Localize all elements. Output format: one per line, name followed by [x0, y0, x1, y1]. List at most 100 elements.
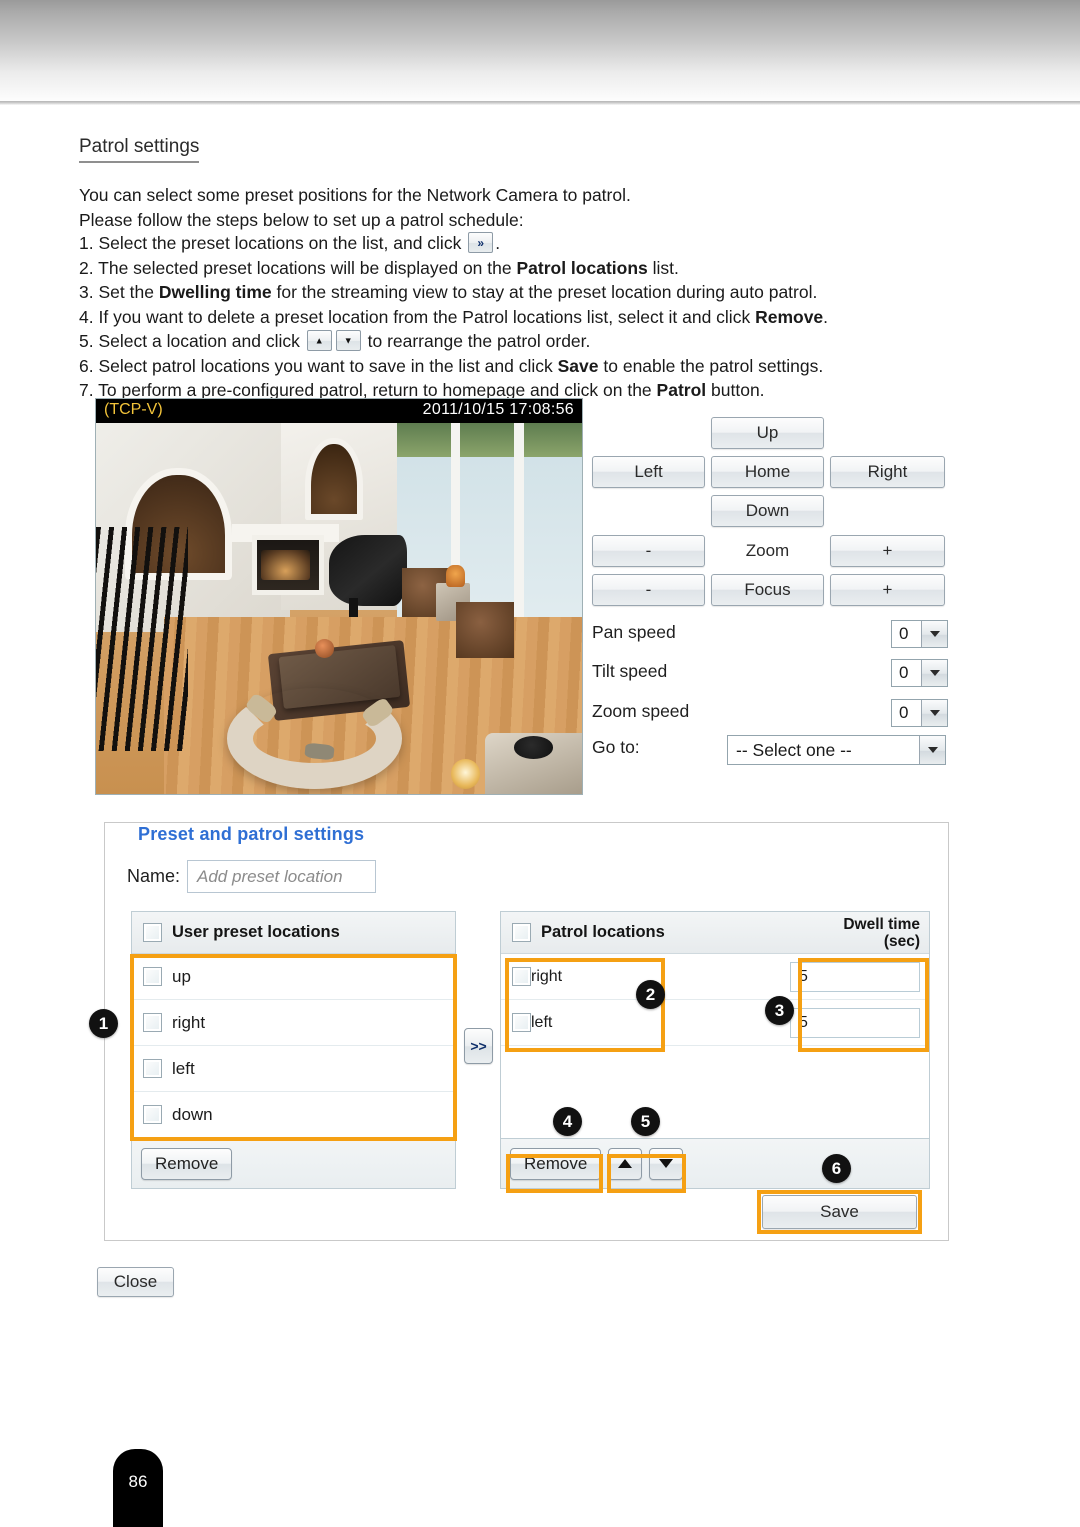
- panel-legend: Preset and patrol settings: [130, 824, 373, 845]
- step-5: 5. Select a location and click ▲ ▼ to rea…: [79, 329, 1019, 354]
- user-preset-label: right: [172, 1012, 206, 1032]
- focus-auto-button[interactable]: Focus: [711, 574, 824, 606]
- step-4-number: 4.: [79, 306, 94, 327]
- ptz-up-button[interactable]: Up: [711, 417, 824, 449]
- transfer-to-patrol-button[interactable]: >>: [464, 1028, 493, 1064]
- remove-user-preset-button[interactable]: Remove: [141, 1147, 233, 1180]
- dwell-time-header-line1: Dwell time: [843, 916, 920, 933]
- remove-patrol-location-button[interactable]: Remove: [510, 1147, 602, 1180]
- step-1-number: 1.: [79, 233, 94, 253]
- pan-speed-label: Pan speed: [592, 622, 676, 642]
- zoom-in-button[interactable]: +: [830, 535, 945, 567]
- close-button[interactable]: Close: [97, 1267, 174, 1297]
- triangle-down-glyph: ▼: [343, 335, 353, 345]
- step-6-text: Select patrol locations you want to save…: [98, 355, 553, 376]
- page-number: 86: [128, 1472, 148, 1491]
- list-item[interactable]: up: [132, 954, 455, 1000]
- step-2-number: 2.: [79, 257, 94, 278]
- ptz-left-button[interactable]: Left: [592, 456, 705, 488]
- user-preset-locations-list: User preset locations up right left down: [131, 911, 456, 1139]
- zoom-speed-label: Zoom speed: [592, 701, 690, 721]
- step-2: 2. The selected preset locations will be…: [79, 256, 1019, 281]
- ptz-down-button[interactable]: Down: [711, 495, 824, 527]
- triangle-up-icon: ▲: [306, 330, 332, 351]
- zoom-label: Zoom: [745, 541, 790, 560]
- user-preset-checkbox[interactable]: [143, 1013, 162, 1032]
- patrol-location-label: right: [531, 967, 563, 985]
- step-3-suffix: for the streaming view to stay at the pr…: [276, 282, 818, 302]
- select-all-patrol-checkbox[interactable]: [512, 923, 531, 942]
- chevron-double-right-glyph: »: [477, 235, 485, 250]
- live-video-panel[interactable]: (TCP-V) 2011/10/15 17:08:56: [95, 398, 583, 795]
- focus-near-button[interactable]: -: [592, 574, 705, 606]
- step-4: 4. If you want to delete a preset locati…: [79, 305, 1019, 330]
- step-1-text: Select the preset locations on the list,…: [98, 233, 462, 253]
- triangle-down-icon: ▼: [335, 330, 361, 351]
- dwell-time-header: Dwell time (sec): [843, 916, 920, 950]
- move-down-button[interactable]: [649, 1147, 684, 1180]
- patrol-locations-list: Patrol locations Dwell time (sec) right …: [500, 911, 930, 1139]
- user-preset-checkbox[interactable]: [143, 967, 162, 986]
- pan-speed-value: 0: [899, 624, 909, 643]
- patrol-location-checkbox[interactable]: [512, 1013, 531, 1032]
- step-4-suffix: .: [823, 306, 829, 327]
- callout-badge-1: 1: [89, 1009, 118, 1038]
- zoom-out-button[interactable]: -: [592, 535, 705, 567]
- ptz-right-button[interactable]: Right: [830, 456, 945, 488]
- chevron-down-icon[interactable]: [919, 736, 945, 764]
- triangle-up-glyph: ▲: [314, 335, 324, 345]
- list-item[interactable]: down: [132, 1092, 455, 1138]
- goto-label: Go to:: [592, 737, 640, 757]
- dwell-time-input[interactable]: 5: [790, 1007, 920, 1038]
- callout-badge-6: 6: [822, 1154, 851, 1183]
- tilt-speed-label: Tilt speed: [592, 661, 668, 681]
- intro-line-2: Please follow the steps below to set up …: [79, 209, 524, 230]
- zoom-speed-select[interactable]: 0: [891, 699, 948, 727]
- step-3-text: Set the: [98, 282, 154, 302]
- ptz-home-button[interactable]: Home: [711, 456, 824, 488]
- chevron-down-icon[interactable]: [921, 621, 947, 647]
- step-6-suffix: to enable the patrol settings.: [603, 355, 824, 376]
- page-number-tab: 86: [113, 1449, 163, 1527]
- step-2-text: The selected preset locations will be di…: [98, 257, 512, 278]
- focus-far-button[interactable]: +: [830, 574, 945, 606]
- triangle-up-icon: [618, 1159, 633, 1168]
- header-divider-rule: [0, 101, 1080, 105]
- table-row[interactable]: right 5: [501, 954, 929, 1000]
- step-1: 1. Select the preset locations on the li…: [79, 231, 1019, 256]
- save-button[interactable]: Save: [762, 1195, 917, 1229]
- step-5-number: 5.: [79, 331, 94, 351]
- callout-badge-2: 2: [636, 980, 665, 1009]
- step-7-bold: Patrol: [656, 380, 707, 400]
- chevron-down-icon[interactable]: [921, 700, 947, 726]
- camera-scene-image: [96, 423, 582, 794]
- step-7-text: To perform a pre-configured patrol, retu…: [98, 380, 652, 400]
- osd-timestamp: 2011/10/15 17:08:56: [422, 401, 574, 418]
- pan-speed-select[interactable]: 0: [891, 620, 948, 648]
- list-item[interactable]: left: [132, 1046, 455, 1092]
- patrol-header-label: Patrol locations: [541, 923, 665, 941]
- preset-name-input[interactable]: Add preset location: [187, 860, 377, 893]
- patrol-location-cell[interactable]: left: [501, 1013, 719, 1032]
- step-3-bold: Dwelling time: [158, 282, 272, 302]
- user-preset-checkbox[interactable]: [143, 1059, 162, 1078]
- video-osd-bar: (TCP-V) 2011/10/15 17:08:56: [96, 399, 582, 423]
- chevron-down-icon[interactable]: [921, 660, 947, 686]
- tilt-speed-select[interactable]: 0: [891, 659, 948, 687]
- step-4-text: If you want to delete a preset location …: [98, 306, 751, 327]
- user-preset-list-header: User preset locations: [132, 912, 455, 954]
- user-preset-checkbox[interactable]: [143, 1105, 162, 1124]
- table-row[interactable]: left 5: [501, 1000, 929, 1046]
- user-preset-label: up: [172, 966, 191, 986]
- patrol-location-checkbox[interactable]: [512, 967, 531, 986]
- move-up-button[interactable]: [608, 1147, 643, 1180]
- intro-paragraph: You can select some preset positions for…: [79, 183, 999, 232]
- list-item[interactable]: right: [132, 1000, 455, 1046]
- patrol-location-label: left: [531, 1013, 553, 1031]
- step-2-suffix: list.: [652, 257, 679, 278]
- select-all-user-presets-checkbox[interactable]: [143, 923, 162, 942]
- goto-select[interactable]: -- Select one --: [727, 735, 946, 765]
- dwell-time-input[interactable]: 5: [790, 961, 920, 992]
- callout-badge-4: 4: [553, 1107, 582, 1136]
- patrol-location-cell[interactable]: right: [501, 967, 719, 986]
